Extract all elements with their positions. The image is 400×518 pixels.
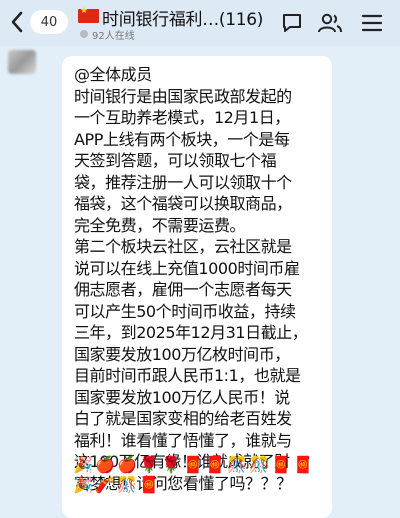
rose-icon: 🌹 bbox=[139, 454, 159, 474]
menu-icon[interactable] bbox=[358, 9, 386, 37]
red-envelope-icon: 🧧 bbox=[271, 454, 291, 474]
rose-icon: 🌹 bbox=[161, 454, 181, 474]
message-text: @全体成员 时间银行是由国家民政部发起的 一个互助养老模式，12月1日， APP… bbox=[74, 64, 326, 494]
red-envelope-icon: 🧧 bbox=[293, 454, 313, 474]
message-line: 天签到答题，可以领取七个福 bbox=[74, 151, 277, 170]
confetti-icon: 🎊 bbox=[249, 454, 269, 474]
party-popper-icon: 🎉 bbox=[73, 454, 93, 474]
message-line: 目前时间币跟人民币1:1，也就是 bbox=[74, 366, 301, 385]
online-count-text: 92人在线 bbox=[92, 30, 135, 42]
group-members-icon[interactable] bbox=[316, 9, 344, 37]
message-line: 福利！谁看懂了悟懂了，谁就与 bbox=[74, 430, 292, 450]
message-line: APP上线有两个板块，一个是每 bbox=[74, 129, 290, 149]
online-status: 92人在线 bbox=[80, 27, 135, 42]
message-line: @全体成员 bbox=[74, 65, 152, 84]
message-line: 佣志愿者，雇佣一个志愿者每天 bbox=[74, 280, 292, 299]
red-envelope-icon: 🧧 bbox=[183, 454, 203, 474]
online-dot-icon bbox=[80, 30, 88, 38]
red-apple-icon: 🍎 bbox=[117, 454, 137, 474]
china-flag-icon bbox=[78, 6, 99, 23]
message-line: 第二个板块云社区，云社区就是 bbox=[74, 237, 292, 256]
unread-count-badge[interactable]: 40 bbox=[30, 10, 68, 34]
message-line: 国家要发放100万亿人民币！说 bbox=[74, 387, 290, 407]
message-line: 国家要发放100万亿枚时间币， bbox=[74, 344, 290, 364]
chat-bubble-icon[interactable] bbox=[278, 9, 306, 37]
message-line: 一个互助养老模式，12月1日， bbox=[74, 108, 290, 127]
red-envelope-icon: 🧧 bbox=[139, 474, 159, 494]
firecracker-icon: 🧨 bbox=[95, 474, 115, 494]
message-line: 时间银行是由国家民政部发起的 bbox=[74, 86, 292, 106]
chat-header: 40 时间银行福利…(116) 92人在线 bbox=[0, 0, 400, 46]
message-line: 袋，推荐注册一人可以领取十个 bbox=[74, 172, 292, 192]
message-line: 完全免费，不需要运费。 bbox=[74, 215, 246, 235]
message-line: 福袋，这个福袋可以换取商品， bbox=[74, 194, 292, 213]
confetti-icon: 🎊 bbox=[117, 474, 137, 494]
party-popper-icon: 🎉 bbox=[73, 474, 93, 494]
sender-avatar[interactable] bbox=[8, 50, 36, 74]
red-apple-icon: 🍎 bbox=[95, 454, 115, 474]
message-line: 三年，到2025年12月31日截止， bbox=[74, 323, 308, 342]
confetti-icon: 🎊 bbox=[227, 454, 247, 474]
message-line: 可以产生50个时间币收益，持续 bbox=[74, 301, 296, 321]
emoji-row: 🎉 🍎 🍎 🌹 🌹 🧧 🧧 🎊 🎊 🧧 🧧 🎉 🧨 🎊 🧧 bbox=[73, 454, 326, 494]
red-envelope-icon: 🧧 bbox=[205, 454, 225, 474]
back-arrow-icon[interactable] bbox=[6, 8, 28, 36]
message-line: 说可以在线上充值1000时间币雇 bbox=[74, 258, 300, 278]
message-line: 白了就是国家变相的给老百姓发 bbox=[74, 409, 292, 428]
